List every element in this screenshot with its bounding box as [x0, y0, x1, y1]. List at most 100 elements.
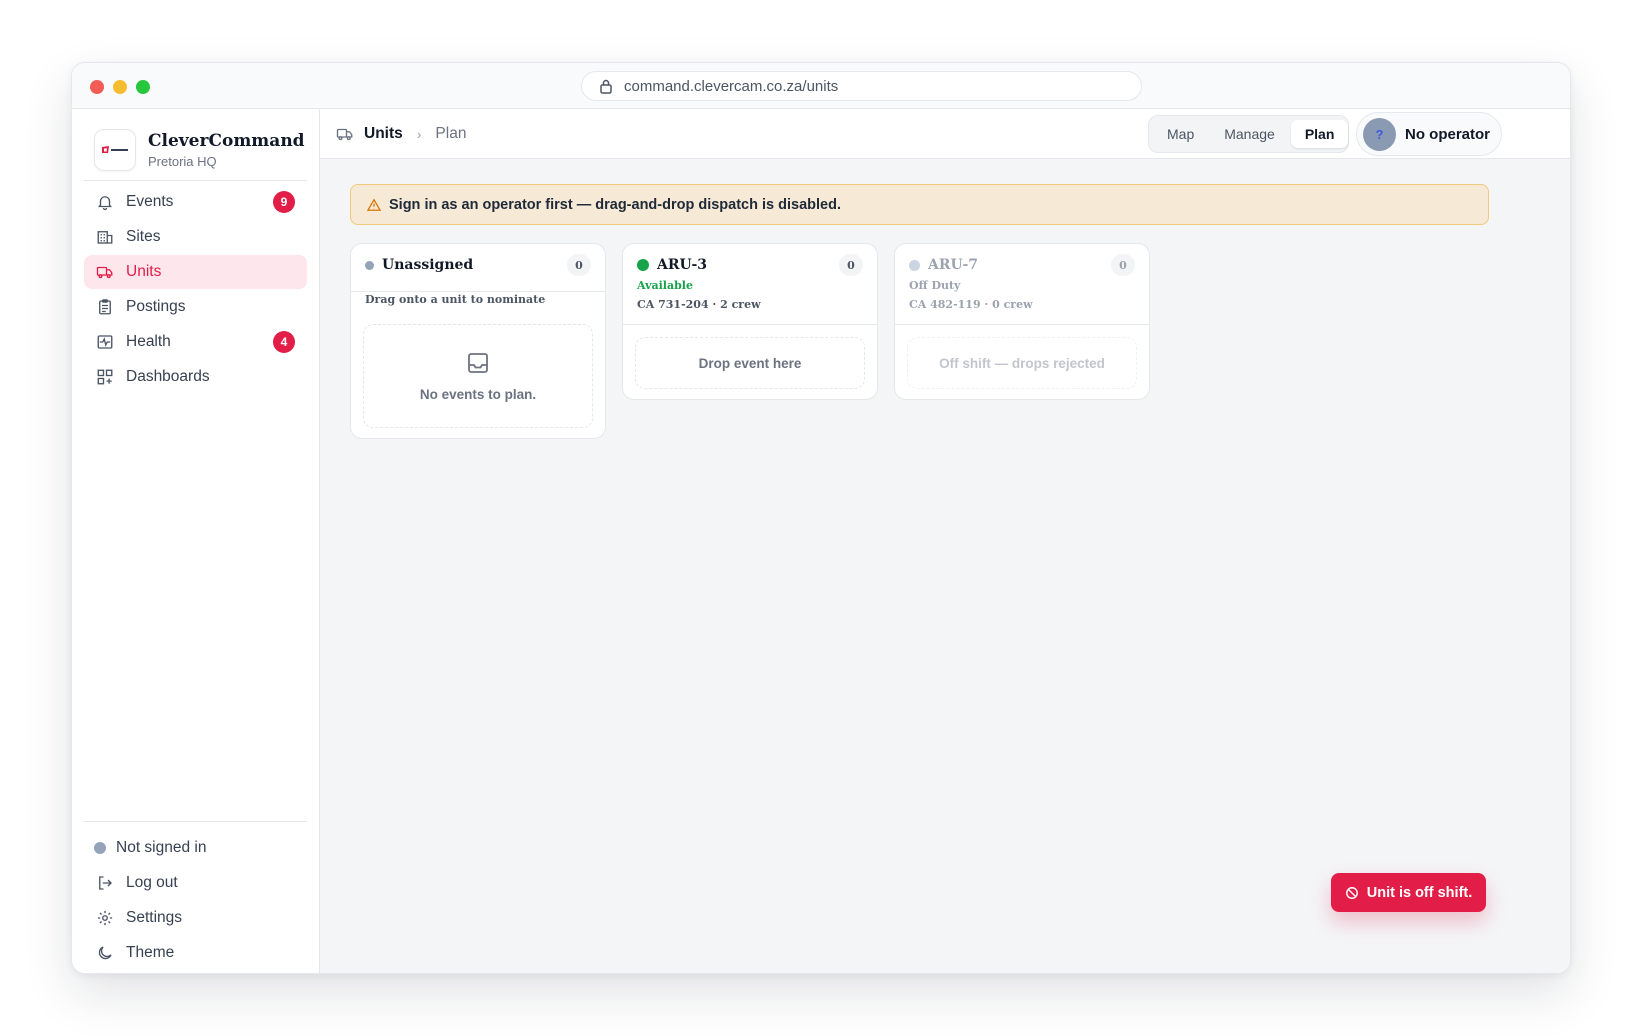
- column-unassigned: Unassigned 0 Drag onto a unit to nominat…: [350, 243, 606, 439]
- sidebar-item-label: Events: [126, 193, 174, 210]
- sidebar: CleverCommand Pretoria HQ Events 9 Sites…: [72, 109, 320, 973]
- sidebar-divider: [84, 180, 307, 181]
- sidebar-item-postings[interactable]: Postings: [84, 290, 307, 324]
- logout-label: Log out: [126, 874, 178, 891]
- column-header: Unassigned 0: [351, 244, 605, 291]
- settings-label: Settings: [126, 909, 183, 926]
- column-divider: [895, 324, 1149, 325]
- ban-icon: [1345, 886, 1358, 899]
- operator-button[interactable]: ? No operator: [1356, 112, 1502, 156]
- clevercam-logo-icon: [102, 146, 128, 153]
- unit-status: Off Duty: [909, 279, 961, 292]
- column-count-badge: 0: [567, 254, 591, 276]
- sidebar-item-label: Dashboards: [126, 368, 210, 385]
- column-title-text: ARU-7: [928, 257, 979, 273]
- column-aru-7: ARU-7 0 Off Duty CA 482-119 · 0 crew Off…: [894, 243, 1150, 400]
- sidebar-footer-divider: [84, 821, 307, 822]
- error-toast[interactable]: Unit is off shift.: [1331, 873, 1486, 912]
- sidebar-item-label: Postings: [126, 298, 186, 315]
- sidebar-footer: Not signed in Log out Settings Theme: [84, 831, 307, 971]
- sign-in-status-label: Not signed in: [116, 839, 207, 856]
- inbox-icon: [468, 352, 488, 373]
- events-count-badge: 9: [273, 191, 295, 213]
- status-dot-icon: [909, 259, 920, 271]
- unit-status: Available: [637, 279, 693, 292]
- breadcrumb: Units › Plan: [336, 109, 466, 159]
- tab-map[interactable]: Map: [1153, 120, 1208, 148]
- view-switcher: Map Manage Plan: [1148, 115, 1349, 153]
- sign-in-status: Not signed in: [84, 831, 307, 865]
- empty-state: No events to plan.: [363, 324, 593, 428]
- settings-button[interactable]: Settings: [84, 901, 307, 935]
- browser-chrome: command.clevercam.co.za/units: [72, 63, 1570, 109]
- drop-zone[interactable]: Off shift — drops rejected: [907, 337, 1137, 389]
- brand[interactable]: CleverCommand Pretoria HQ: [94, 129, 305, 171]
- theme-button[interactable]: Theme: [84, 936, 307, 970]
- tab-manage[interactable]: Manage: [1210, 120, 1289, 148]
- unit-meta: CA 731-204 · 2 crew: [637, 298, 761, 311]
- toast-text: Unit is off shift.: [1366, 884, 1473, 901]
- sidebar-item-health[interactable]: Health 4: [84, 325, 307, 359]
- building-icon: [97, 231, 113, 244]
- truck-icon: [336, 128, 353, 141]
- main-content: Units › Plan Map Manage Plan ? No operat…: [320, 109, 1570, 973]
- warning-text: Sign in as an operator first — drag-and-…: [389, 196, 841, 213]
- warning-banner: Sign in as an operator first — drag-and-…: [350, 184, 1489, 225]
- close-window-button[interactable]: [90, 80, 104, 94]
- empty-state-text: No events to plan.: [419, 386, 537, 402]
- topbar: Units › Plan Map Manage Plan ? No operat…: [320, 109, 1570, 159]
- status-dot-icon: [365, 260, 374, 270]
- logout-button[interactable]: Log out: [84, 866, 307, 900]
- operator-label: No operator: [1405, 125, 1491, 143]
- column-header: ARU-7 0 Off Duty CA 482-119 · 0 crew: [895, 244, 1149, 324]
- column-title-text: Unassigned: [382, 257, 474, 273]
- pulse-icon: [97, 335, 113, 349]
- sidebar-item-sites[interactable]: Sites: [84, 220, 307, 254]
- breadcrumb-units[interactable]: Units: [364, 125, 403, 143]
- status-dot-icon: [94, 842, 106, 854]
- grid-plus-icon: [97, 369, 113, 385]
- sidebar-nav: Events 9 Sites Units Postings Health 4 D…: [84, 185, 307, 395]
- column-title: ARU-7: [909, 257, 1135, 273]
- sidebar-item-units[interactable]: Units: [84, 255, 307, 289]
- column-divider: [623, 324, 877, 325]
- column-count-badge: 0: [1111, 254, 1135, 276]
- health-count-badge: 4: [273, 331, 295, 353]
- column-title: Unassigned: [365, 257, 591, 273]
- lock-icon: [600, 79, 612, 94]
- status-dot-icon: [637, 259, 649, 271]
- bell-icon: [98, 196, 112, 211]
- column-title-text: ARU-3: [657, 257, 708, 273]
- unit-meta: CA 482-119 · 0 crew: [909, 298, 1033, 311]
- sidebar-item-label: Sites: [126, 228, 161, 245]
- sidebar-item-dashboards[interactable]: Dashboards: [84, 360, 307, 394]
- chevron-right-icon: ›: [416, 126, 422, 142]
- minimize-window-button[interactable]: [113, 80, 127, 94]
- address-bar[interactable]: command.clevercam.co.za/units: [581, 71, 1142, 101]
- maximize-window-button[interactable]: [136, 80, 150, 94]
- browser-window: command.clevercam.co.za/units CleverComm…: [71, 62, 1571, 974]
- avatar: ?: [1363, 117, 1396, 151]
- tab-plan[interactable]: Plan: [1290, 120, 1349, 148]
- warning-triangle-icon: [367, 197, 381, 211]
- column-aru-3: ARU-3 0 Available CA 731-204 · 2 crew Dr…: [622, 243, 878, 400]
- drop-zone[interactable]: Drop event here: [635, 337, 865, 389]
- sidebar-item-label: Units: [126, 263, 162, 280]
- sidebar-item-events[interactable]: Events 9: [84, 185, 307, 219]
- column-title: ARU-3: [637, 257, 863, 273]
- column-count-badge: 0: [839, 254, 863, 276]
- breadcrumb-plan: Plan: [435, 125, 467, 142]
- moon-icon: [98, 946, 112, 960]
- gear-icon: [97, 910, 113, 926]
- sidebar-item-label: Health: [126, 333, 171, 350]
- column-subtitle: Drag onto a unit to nominate: [365, 293, 546, 306]
- address-url: command.clevercam.co.za/units: [624, 77, 839, 95]
- clipboard-icon: [99, 299, 111, 315]
- logout-icon: [99, 876, 112, 890]
- brand-logo: [94, 129, 136, 171]
- truck-icon: [96, 266, 113, 279]
- brand-title: CleverCommand: [148, 131, 305, 151]
- theme-label: Theme: [126, 944, 175, 961]
- column-header: ARU-3 0 Available CA 731-204 · 2 crew: [623, 244, 877, 324]
- brand-subtitle: Pretoria HQ: [148, 154, 217, 169]
